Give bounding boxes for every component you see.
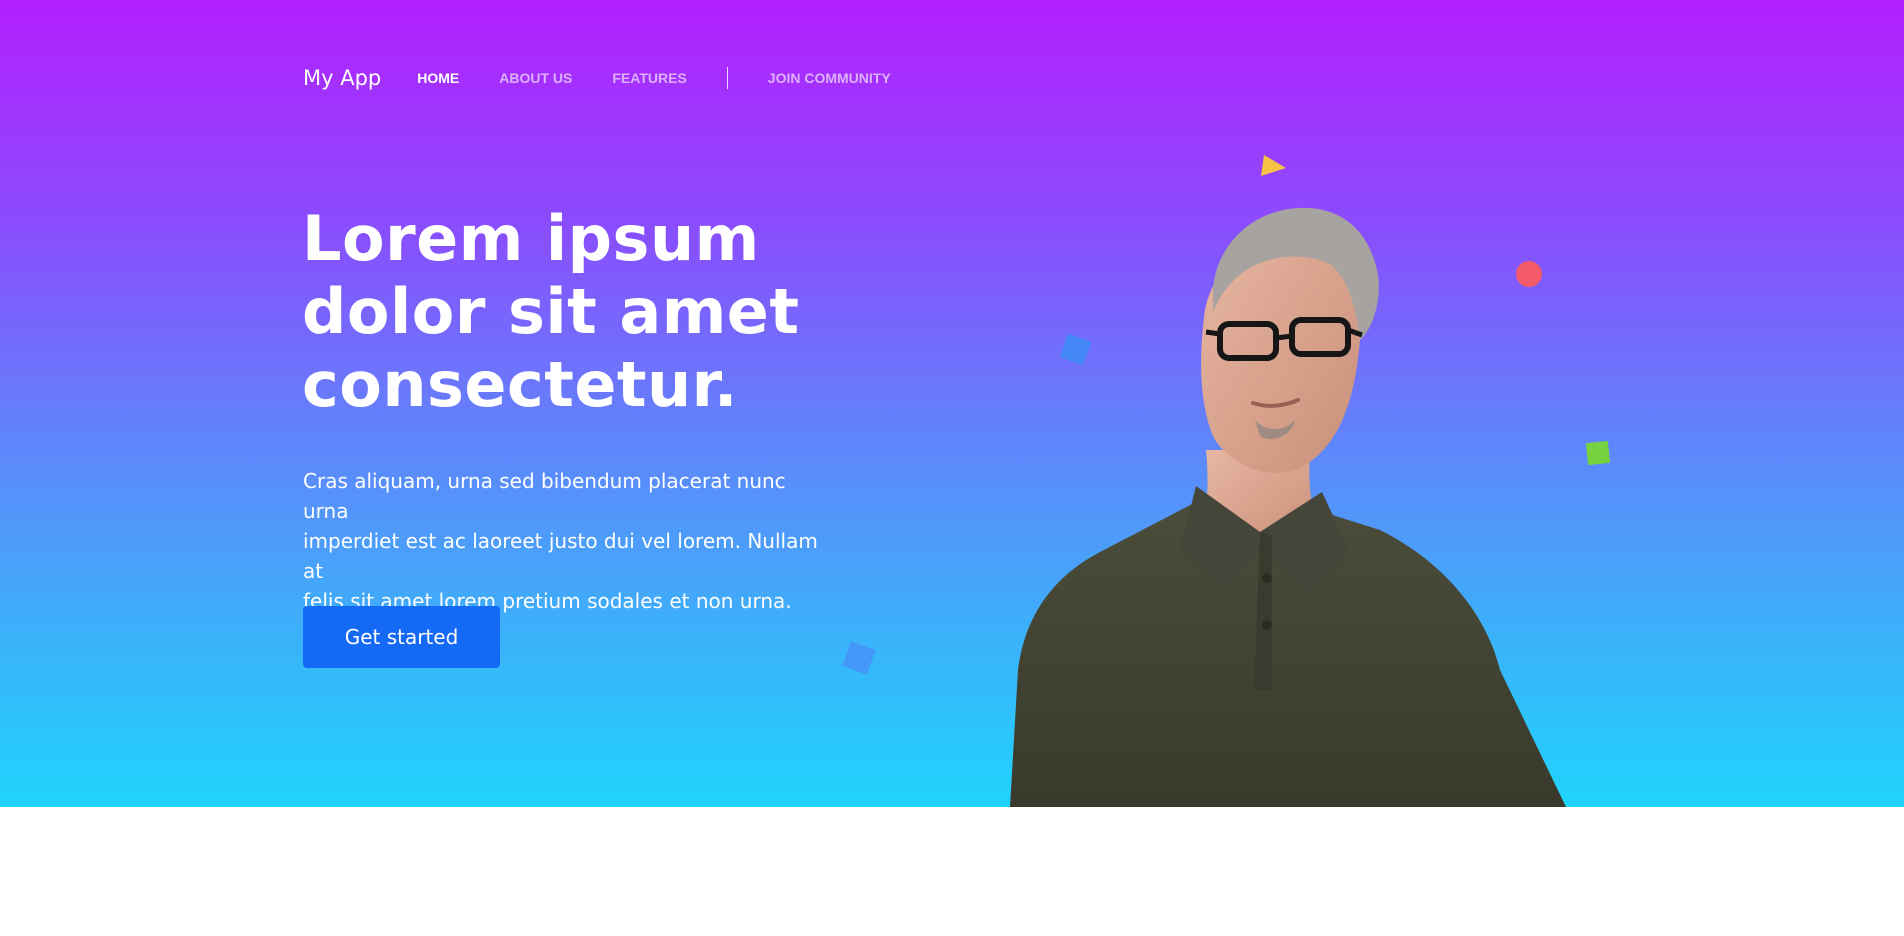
- get-started-button[interactable]: Get started: [303, 606, 500, 668]
- green-square-decoration-icon: [1585, 440, 1611, 466]
- brand-logo[interactable]: My App: [303, 66, 381, 90]
- hero-headline: Lorem ipsum dolor sit amet consectetur.: [302, 202, 842, 421]
- hero-description: Cras aliquam, urna sed bibendum placerat…: [303, 466, 823, 616]
- triangle-decoration-icon: [1261, 155, 1286, 176]
- nav-link-features[interactable]: FEATURES: [612, 70, 686, 86]
- nav-link-join-community[interactable]: JOIN COMMUNITY: [768, 70, 891, 86]
- top-navbar: My App HOME ABOUT US FEATURES JOIN COMMU…: [303, 60, 931, 96]
- headline-line-3: consectetur.: [302, 348, 738, 421]
- hero-section: My App HOME ABOUT US FEATURES JOIN COMMU…: [0, 0, 1904, 807]
- description-line-1: Cras aliquam, urna sed bibendum placerat…: [303, 469, 786, 523]
- nav-link-home[interactable]: HOME: [417, 70, 459, 86]
- headline-line-2: dolor sit amet: [302, 275, 800, 348]
- description-line-2: imperdiet est ac laoreet justo dui vel l…: [303, 529, 818, 583]
- hero-person-image: [1010, 207, 1566, 807]
- headline-line-1: Lorem ipsum: [302, 202, 760, 275]
- nav-divider: [726, 67, 728, 89]
- faded-square-decoration-icon: [842, 641, 876, 675]
- nav-link-about-us[interactable]: ABOUT US: [499, 70, 572, 86]
